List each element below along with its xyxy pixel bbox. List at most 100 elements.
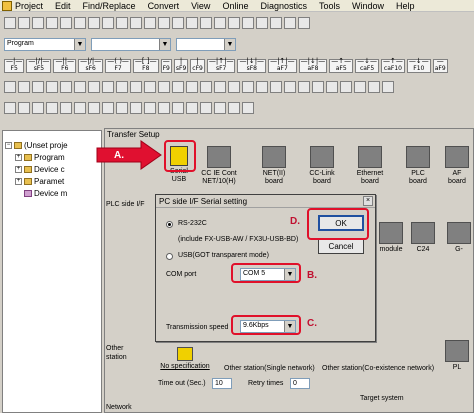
monitor-tool-icon[interactable]	[102, 102, 114, 114]
expand-icon[interactable]: +	[15, 153, 22, 161]
new-icon[interactable]	[4, 17, 16, 29]
ladder-tool-icon[interactable]	[242, 81, 254, 93]
ladder-tool-icon[interactable]	[298, 81, 310, 93]
device-icon[interactable]	[158, 17, 170, 29]
pc-if-cc-link-button[interactable]: CC-Link board	[300, 146, 344, 186]
ladder-tool-icon[interactable]	[18, 81, 30, 93]
ladder-key-cf9[interactable]: | cF9	[190, 58, 205, 73]
ladder-tool-icon[interactable]	[256, 81, 268, 93]
replace-icon[interactable]	[144, 17, 156, 29]
tree-item-project[interactable]: − (Unset proje	[5, 139, 68, 151]
menu-diagnostics[interactable]: Diagnostics	[260, 1, 307, 11]
verify-icon[interactable]	[200, 17, 212, 29]
monitor-tool-icon[interactable]	[46, 102, 58, 114]
monitor-tool-icon[interactable]	[60, 102, 72, 114]
monitor-tool-icon[interactable]	[186, 102, 198, 114]
statement-icon[interactable]	[242, 17, 254, 29]
tree-item-program[interactable]: + Program	[5, 151, 68, 163]
menu-tools[interactable]: Tools	[319, 1, 340, 11]
ladder-key-f9[interactable]: — F9	[160, 58, 172, 73]
ladder-key-f8[interactable]: —[ ]— F8	[132, 58, 159, 73]
menu-window[interactable]: Window	[352, 1, 384, 11]
rs232c-radio[interactable]	[166, 221, 173, 228]
monitor-tool-icon[interactable]	[228, 102, 240, 114]
menu-view[interactable]: View	[191, 1, 210, 11]
third-select[interactable]: ▼	[176, 37, 236, 51]
program-select[interactable]: Program ▼	[4, 37, 86, 51]
ladder-key-f5[interactable]: —|— F5	[4, 58, 25, 73]
ladder-tool-icon[interactable]	[32, 81, 44, 93]
timeout-input[interactable]: 10	[212, 378, 232, 389]
open-icon[interactable]	[18, 17, 30, 29]
ladder-tool-icon[interactable]	[186, 81, 198, 93]
ladder-key-af9[interactable]: — aF9	[432, 58, 448, 73]
ladder-tool-icon[interactable]	[116, 81, 128, 93]
retry-input[interactable]: 0	[290, 378, 310, 389]
alias-icon[interactable]	[270, 17, 282, 29]
monitor-tool-icon[interactable]	[32, 102, 44, 114]
ladder-key-sf9[interactable]: | sF9	[173, 58, 189, 73]
ladder-tool-icon[interactable]	[382, 81, 394, 93]
ladder-tool-icon[interactable]	[270, 81, 282, 93]
expand-icon[interactable]: +	[15, 165, 22, 173]
print-icon[interactable]	[46, 17, 58, 29]
monitor-tool-icon[interactable]	[242, 102, 254, 114]
monitor-tool-icon[interactable]	[144, 102, 156, 114]
monitor-tool-icon[interactable]	[130, 102, 142, 114]
menu-edit[interactable]: Edit	[55, 1, 71, 11]
ladder-key-af5[interactable]: —↑— aF5	[329, 58, 354, 73]
ladder-tool-icon[interactable]	[368, 81, 380, 93]
ladder-tool-icon[interactable]	[172, 81, 184, 93]
monitor-tool-icon[interactable]	[214, 102, 226, 114]
ladder-tool-icon[interactable]	[284, 81, 296, 93]
monitor-tool-icon[interactable]	[158, 102, 170, 114]
ladder-tool-icon[interactable]	[200, 81, 212, 93]
no-specification-option[interactable]: No specification	[155, 347, 215, 371]
pc-if-af-board-button[interactable]: AF board	[440, 146, 474, 186]
read-icon[interactable]	[186, 17, 198, 29]
ladder-key-sf7[interactable]: —|↑|— sF7	[206, 58, 236, 73]
menu-convert[interactable]: Convert	[148, 1, 180, 11]
ladder-tool-icon[interactable]	[354, 81, 366, 93]
ladder-key-af7[interactable]: —|↑|— aF7	[268, 58, 297, 73]
ladder-tool-icon[interactable]	[144, 81, 156, 93]
monitor-tool-icon[interactable]	[4, 102, 16, 114]
cancel-button[interactable]: Cancel	[318, 239, 364, 254]
copy-icon[interactable]	[74, 17, 86, 29]
sub-select[interactable]: ▼	[91, 37, 171, 51]
pc-if-cc-ie-button[interactable]: CC IE Cont NET/10(H)	[197, 146, 241, 186]
ladder-key-sf5[interactable]: —|/|— sF5	[26, 58, 52, 73]
redo-icon[interactable]	[116, 17, 128, 29]
monitor-tool-icon[interactable]	[18, 102, 30, 114]
note-icon[interactable]	[256, 17, 268, 29]
ladder-tool-icon[interactable]	[74, 81, 86, 93]
write-icon[interactable]	[172, 17, 184, 29]
find-icon[interactable]	[130, 17, 142, 29]
ladder-tool-icon[interactable]	[340, 81, 352, 93]
usb-got-radio[interactable]	[166, 253, 173, 260]
ladder-tool-icon[interactable]	[130, 81, 142, 93]
tree-item-parameter[interactable]: + Paramet	[5, 175, 68, 187]
plc-side-c24-button[interactable]: C24	[408, 222, 438, 254]
comment-icon[interactable]	[228, 17, 240, 29]
menu-project[interactable]: Project	[15, 1, 43, 11]
help-icon[interactable]	[298, 17, 310, 29]
ladder-key-f10[interactable]: —↓— F10	[406, 58, 431, 73]
pl-button[interactable]: PL	[440, 340, 474, 372]
plc-side-g-button[interactable]: G-	[444, 222, 474, 254]
ladder-tool-icon[interactable]	[60, 81, 72, 93]
monitor-tool-icon[interactable]	[88, 102, 100, 114]
ladder-key-sf6[interactable]: —|/|— sF6	[78, 58, 104, 73]
ladder-key-af8[interactable]: —|↓|— aF8	[298, 58, 328, 73]
tree-item-device-memory[interactable]: Device m	[5, 187, 68, 199]
undo-icon[interactable]	[102, 17, 114, 29]
pc-if-ethernet-button[interactable]: Ethernet board	[348, 146, 392, 186]
ladder-tool-icon[interactable]	[88, 81, 100, 93]
menu-help[interactable]: Help	[396, 1, 415, 11]
menu-find-replace[interactable]: Find/Replace	[83, 1, 136, 11]
ladder-key-f6[interactable]: —||— F6	[53, 58, 77, 73]
cut-icon[interactable]	[60, 17, 72, 29]
ladder-key-f7[interactable]: —( )— F7	[105, 58, 131, 73]
menu-online[interactable]: Online	[222, 1, 248, 11]
other-station-single-option[interactable]: Other station(Single network)	[224, 365, 315, 372]
